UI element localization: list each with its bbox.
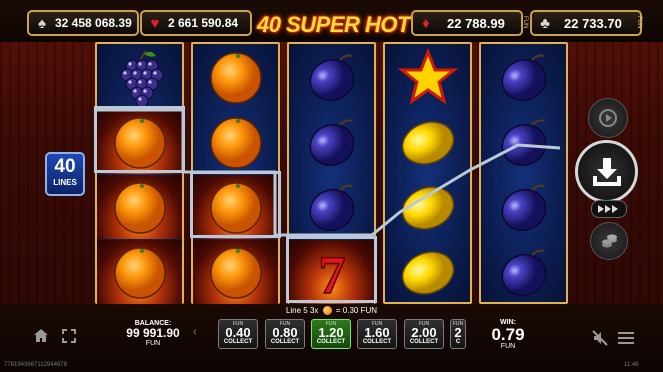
balance-display: BALANCE: 99 991.90 FUN bbox=[118, 320, 188, 347]
coin-icon bbox=[322, 306, 332, 315]
hamburger-menu-icon bbox=[618, 332, 634, 344]
menu-button[interactable] bbox=[618, 331, 634, 349]
turbo-button[interactable] bbox=[591, 200, 627, 218]
home-icon bbox=[34, 329, 48, 342]
sound-toggle[interactable] bbox=[592, 330, 608, 351]
bet-option-button[interactable]: FUN 1.60 COLLECT bbox=[357, 319, 397, 349]
fullscreen-button[interactable] bbox=[62, 329, 76, 348]
session-id: 7781943667112944678 bbox=[4, 362, 67, 368]
fast-forward-icon bbox=[598, 205, 618, 213]
bet-collect-label: COLLECT bbox=[362, 339, 392, 345]
bet-option-button[interactable]: FUN 2 C bbox=[450, 319, 466, 349]
autoplay-button[interactable] bbox=[588, 98, 628, 138]
bet-value: 1.60 bbox=[364, 325, 390, 340]
win-value: 0.79 bbox=[491, 325, 525, 344]
bet-value: 2 bbox=[454, 325, 462, 340]
balance-currency: FUN bbox=[145, 340, 161, 347]
bet-collect-label: COLLECT bbox=[223, 339, 253, 345]
home-button[interactable] bbox=[33, 328, 49, 348]
spin-button[interactable] bbox=[575, 140, 638, 203]
bet-value: 0.80 bbox=[272, 325, 298, 340]
bet-collect-label: COLLECT bbox=[316, 339, 346, 345]
bet-option-button[interactable]: FUN 0.80 COLLECT bbox=[265, 319, 305, 349]
bet-value: 0.40 bbox=[225, 325, 251, 340]
balance-value: 99 991.90 bbox=[126, 326, 180, 340]
game-screen: ♠ 32 458 068.39 ♥ 2 661 590.84 40 SUPER … bbox=[0, 0, 663, 372]
download-arrow-icon bbox=[592, 157, 621, 186]
line-info-text: Line 5 3x bbox=[285, 306, 319, 315]
bet-value: 1.20 bbox=[318, 325, 344, 340]
win-display: WIN: 0.79 FUN bbox=[486, 319, 530, 350]
bet-collect-label: C bbox=[455, 339, 461, 345]
chevron-left-icon[interactable]: ‹ bbox=[193, 326, 197, 338]
bet-collect-label: COLLECT bbox=[409, 339, 439, 345]
win-currency: FUN bbox=[500, 343, 516, 350]
bet-option-button[interactable]: FUN 1.20 COLLECT bbox=[311, 319, 351, 349]
fullscreen-icon bbox=[62, 329, 76, 343]
bet-value: 2.00 bbox=[411, 325, 437, 340]
coins-icon bbox=[602, 234, 617, 248]
bet-button[interactable] bbox=[590, 222, 628, 260]
bet-option-button[interactable]: FUN 0.40 COLLECT bbox=[218, 319, 258, 349]
bet-option-button[interactable]: FUN 2.00 COLLECT bbox=[404, 319, 444, 349]
clock: 11:46 bbox=[624, 362, 639, 368]
bet-collect-label: COLLECT bbox=[270, 339, 300, 345]
line-win-info: Line 5 3x = 0.30 FUN bbox=[0, 306, 663, 315]
line-info-amount: = 0.30 FUN bbox=[335, 306, 378, 315]
replay-icon bbox=[599, 109, 617, 127]
mute-icon bbox=[592, 330, 608, 346]
